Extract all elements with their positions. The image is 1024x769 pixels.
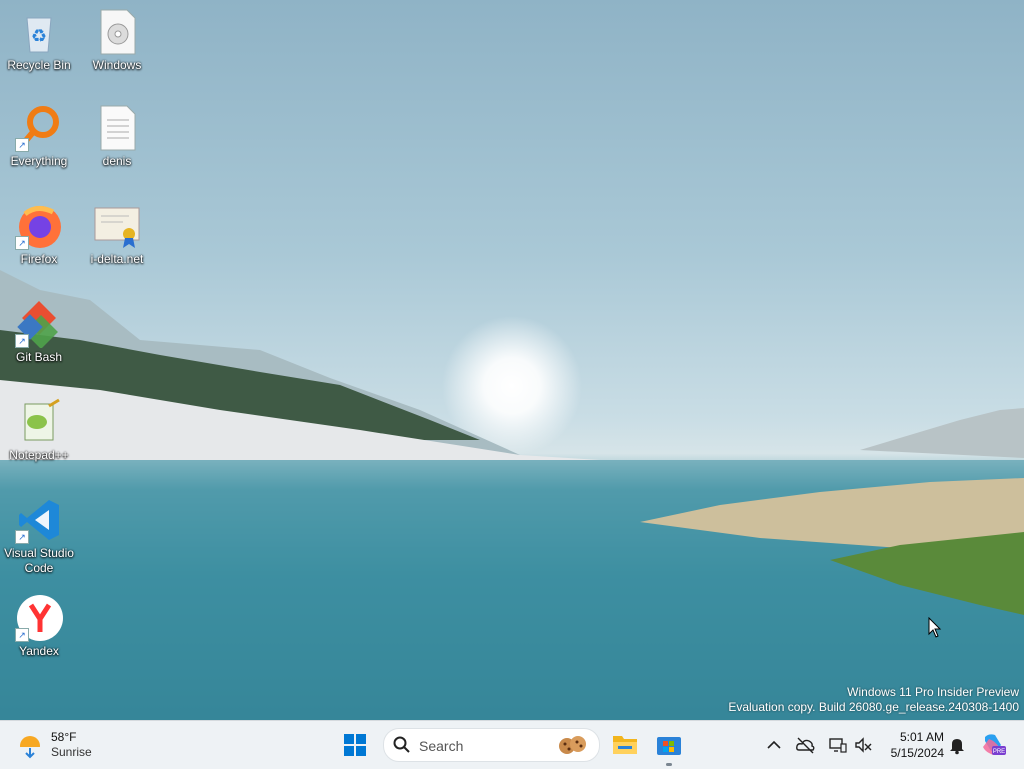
notepadpp-icon: [15, 398, 63, 446]
taskbar-clock[interactable]: 5:01 AM 5/15/2024: [891, 729, 944, 761]
search-highlight-cookies-icon: [559, 736, 586, 754]
taskbar-search-box[interactable]: Search: [383, 728, 600, 762]
disc-file-icon: [93, 8, 141, 56]
desktop-icon-label: Recycle Bin: [7, 58, 71, 72]
desktop[interactable]: ♻ Recycle Bin ↗ Everything ↗ Firefox ↗ G…: [0, 0, 1024, 720]
search-icon: [393, 736, 410, 753]
shortcut-arrow-icon: ↗: [15, 530, 29, 544]
shortcut-arrow-icon: ↗: [15, 236, 29, 250]
notification-bell-icon: [950, 739, 964, 755]
notifications-button[interactable]: [947, 735, 967, 755]
desktop-icon-everything[interactable]: ↗ Everything: [0, 104, 78, 169]
watermark-line1: Windows 11 Pro Insider Preview: [847, 685, 1019, 699]
start-button[interactable]: [343, 733, 367, 762]
taskbar: 58°F Sunrise Search 5:01 AM 5/15/2024 PR…: [0, 720, 1024, 769]
speaker-icon: [855, 737, 872, 753]
running-indicator: [666, 763, 672, 766]
svg-text:♻: ♻: [31, 26, 47, 46]
desktop-icon-label: Windows: [92, 58, 142, 72]
sunrise-icon: [18, 736, 42, 759]
mouse-cursor-icon: [928, 617, 942, 638]
shortcut-arrow-icon: ↗: [15, 628, 29, 642]
onedrive-offline-icon: [796, 737, 815, 754]
everything-search-icon: ↗: [15, 104, 63, 152]
firefox-icon: ↗: [15, 202, 63, 250]
weather-temperature: 58°F: [51, 730, 77, 744]
microsoft-store-button[interactable]: [656, 732, 682, 766]
chevron-up-icon: [767, 740, 781, 749]
copilot-button[interactable]: PRE: [979, 731, 1007, 764]
svg-text:PRE: PRE: [993, 749, 1005, 755]
weather-condition: Sunrise: [51, 745, 92, 759]
recycle-bin-icon: ♻: [15, 8, 63, 56]
desktop-icon-firefox[interactable]: ↗ Firefox: [0, 202, 78, 267]
desktop-icon-label: i-delta.net: [90, 252, 144, 266]
clock-time: 5:01 AM: [899, 730, 944, 744]
weather-widget[interactable]: 58°F Sunrise: [14, 729, 124, 761]
shortcut-arrow-icon: ↗: [15, 138, 29, 152]
watermark-line2: Evaluation copy. Build 26080.ge_release.…: [728, 700, 1019, 714]
desktop-icon-windows[interactable]: Windows: [78, 8, 156, 73]
search-placeholder: Search: [419, 738, 464, 754]
desktop-icon-i-delta[interactable]: i-delta.net: [78, 202, 156, 267]
copilot-icon: PRE: [983, 734, 1006, 755]
desktop-icon-label: Visual Studio Code: [4, 546, 74, 575]
git-bash-icon: ↗: [15, 300, 63, 349]
desktop-icon-vscode[interactable]: ↗ Visual Studio Code: [0, 496, 78, 576]
activation-watermark: Windows 11 Pro Insider Preview Evaluatio…: [728, 685, 1019, 715]
file-explorer-icon: [613, 736, 637, 754]
desktop-icon-label: denis: [102, 154, 132, 168]
desktop-icon-label: Yandex: [19, 644, 59, 658]
certificate-icon: [93, 202, 141, 250]
desktop-icon-git-bash[interactable]: ↗ Git Bash: [0, 300, 78, 365]
vscode-icon: ↗: [15, 496, 63, 544]
network-icon: [829, 738, 847, 753]
desktop-icon-recycle-bin[interactable]: ♻ Recycle Bin: [0, 8, 78, 73]
desktop-icon-yandex[interactable]: ↗ Yandex: [0, 594, 78, 659]
desktop-icon-label: Firefox: [20, 252, 58, 266]
show-hidden-icons-button[interactable]: [764, 735, 784, 755]
text-file-icon: [93, 104, 141, 152]
desktop-icon-label: Git Bash: [15, 350, 63, 364]
desktop-icon-notepadpp[interactable]: Notepad++: [0, 398, 78, 463]
clock-date: 5/15/2024: [890, 746, 944, 760]
network-tray-button[interactable]: [827, 735, 847, 755]
desktop-icon-label: Notepad++: [9, 448, 69, 462]
windows-logo-icon: [344, 734, 366, 756]
shortcut-arrow-icon: ↗: [15, 334, 29, 348]
file-explorer-button[interactable]: [612, 732, 638, 761]
onedrive-tray-button[interactable]: [795, 735, 815, 755]
desktop-icon-label: Everything: [10, 154, 68, 168]
desktop-icon-denis[interactable]: denis: [78, 104, 156, 169]
yandex-browser-icon: ↗: [15, 594, 63, 642]
volume-tray-button[interactable]: [853, 735, 873, 755]
microsoft-store-icon: [657, 737, 681, 755]
